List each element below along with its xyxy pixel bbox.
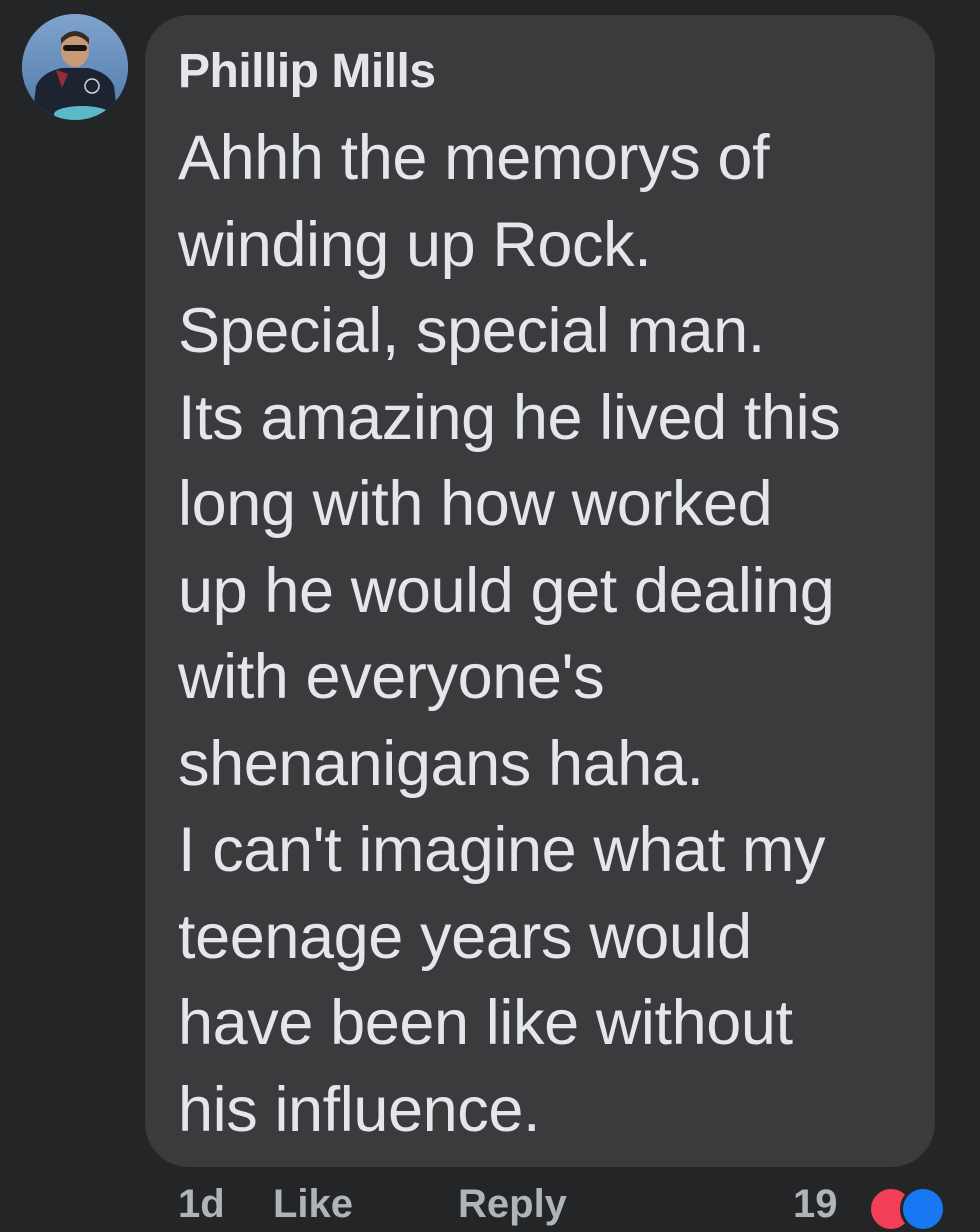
- comment-text-line: long with how worked: [178, 469, 773, 539]
- comment-actions: 1d Like Reply 19: [178, 1182, 978, 1232]
- comment-timestamp[interactable]: 1d: [178, 1182, 225, 1227]
- like-reaction-icon: [900, 1186, 946, 1232]
- like-button[interactable]: Like: [273, 1182, 353, 1227]
- comment-text-line: his influence.: [178, 1074, 541, 1145]
- comment-text-line: Ahhh the memorys of: [178, 123, 770, 193]
- comment-text-line: with everyone's: [178, 642, 605, 712]
- comment-text-line: shenanigans haha.: [178, 728, 704, 799]
- comment-text-line: have been like without: [178, 988, 793, 1058]
- comment-text: Ahhh the memorys of winding up Rock. Spe…: [178, 115, 918, 1153]
- comment-text-line: teenage years would: [178, 901, 752, 972]
- comment-author-name[interactable]: Phillip Mills: [178, 44, 436, 99]
- comment-text-line: Special, special man.: [178, 296, 765, 366]
- reply-button[interactable]: Reply: [458, 1182, 567, 1227]
- comment-text-line: I can't imagine what my: [178, 815, 826, 885]
- reaction-count[interactable]: 19: [793, 1182, 838, 1227]
- comment-text-line: up he would get dealing: [178, 555, 835, 626]
- avatar-photo: [22, 14, 128, 120]
- avatar[interactable]: [22, 14, 128, 120]
- comment-text-line: Its amazing he lived this: [178, 382, 841, 453]
- comment-text-line: winding up Rock.: [178, 209, 652, 280]
